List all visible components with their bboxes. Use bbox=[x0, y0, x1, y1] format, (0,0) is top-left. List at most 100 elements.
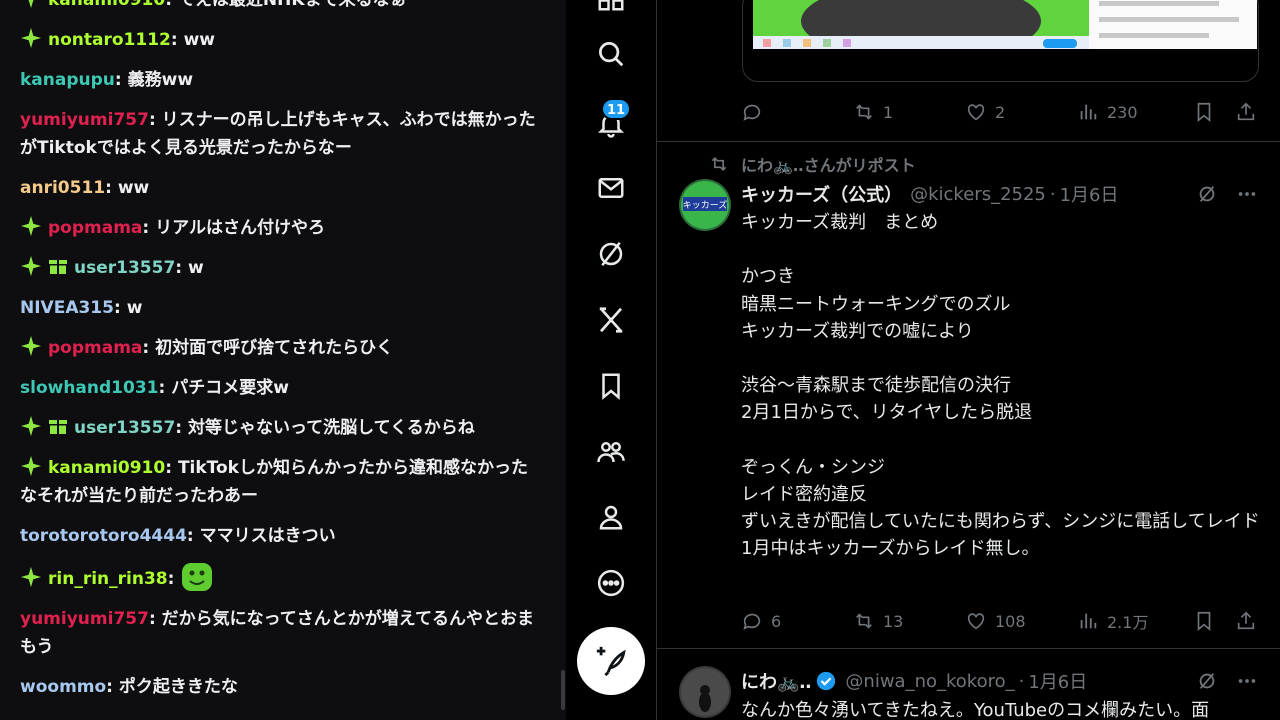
chat-username[interactable]: popmama bbox=[48, 218, 142, 238]
more-options-icon[interactable] bbox=[1236, 670, 1258, 692]
like-button[interactable]: 108 bbox=[965, 609, 1026, 633]
bookmark-button[interactable] bbox=[1193, 100, 1223, 124]
chat-message: yumiyumi757: だから気になってさんとかが増えてるんやとおまもう bbox=[20, 605, 540, 661]
views-button[interactable]: 230 bbox=[1077, 100, 1138, 124]
repost-context[interactable]: にわ🚲‥さんがリポスト bbox=[709, 152, 916, 176]
bookmark-button[interactable] bbox=[1193, 609, 1223, 633]
sparkle-badge-icon[interactable] bbox=[20, 0, 42, 9]
chat-colon: : bbox=[165, 0, 178, 10]
repost-button[interactable]: 1 bbox=[853, 100, 893, 124]
tweet-media-card[interactable] bbox=[742, 0, 1259, 82]
views-icon bbox=[1080, 613, 1097, 629]
views-count: 230 bbox=[1107, 102, 1138, 122]
chat-username[interactable]: yumiyumi757 bbox=[20, 110, 149, 130]
chat-username[interactable]: user13557 bbox=[74, 418, 175, 438]
bookmark-icon[interactable] bbox=[591, 366, 631, 406]
chat-username[interactable]: torotorotoro4444 bbox=[20, 526, 187, 546]
chat-username[interactable]: popmama bbox=[48, 338, 142, 358]
more-icon[interactable] bbox=[591, 563, 631, 603]
sparkle-badge-icon[interactable] bbox=[20, 335, 42, 357]
tweet-header-actions bbox=[1178, 183, 1258, 205]
display-name[interactable]: キッカーズ（公式） bbox=[741, 181, 902, 207]
share-button[interactable] bbox=[1235, 100, 1265, 124]
x-logo-icon[interactable] bbox=[591, 300, 631, 340]
bookmark-icon bbox=[1197, 611, 1211, 632]
chat-message: slowhand1031: パチコメ要求w bbox=[20, 374, 540, 402]
chat-message-list: kanami0910: てえは最近NHKまで来るなぁ nontaro1112: w… bbox=[20, 0, 540, 713]
repost-button[interactable]: 13 bbox=[853, 609, 903, 633]
more-options-icon[interactable] bbox=[1236, 183, 1258, 205]
handle[interactable]: @kickers_2525 bbox=[910, 184, 1046, 205]
sparkle-badge-icon[interactable] bbox=[20, 415, 42, 437]
sparkle-badge-icon[interactable] bbox=[20, 455, 42, 477]
chat-username[interactable]: anri0511 bbox=[20, 178, 105, 198]
chat-username[interactable]: slowhand1031 bbox=[20, 378, 159, 398]
chat-colon: : bbox=[105, 178, 118, 198]
tweet-header: にわ🚲‥ @niwa_no_kokoro_ · 1月6日 bbox=[741, 668, 1087, 694]
views-count: 2.1万 bbox=[1107, 613, 1149, 632]
home-icon[interactable] bbox=[591, 0, 631, 18]
display-name[interactable]: にわ🚲‥ bbox=[741, 668, 811, 694]
chat-username[interactable]: kanami0910 bbox=[48, 0, 165, 10]
sparkle-badge-icon[interactable] bbox=[20, 27, 42, 49]
chat-username[interactable]: nontaro1112 bbox=[48, 30, 171, 50]
chat-username[interactable]: NIVEA315 bbox=[20, 298, 114, 318]
mail-icon[interactable] bbox=[591, 168, 631, 208]
views-button[interactable]: 2.1万 bbox=[1077, 609, 1148, 633]
x-sidebar-nav: 11 bbox=[566, 0, 656, 720]
repost-count: 1 bbox=[883, 102, 894, 122]
profile-icon[interactable] bbox=[591, 497, 631, 537]
chat-pane: kanami0910: てえは最近NHKまで来るなぁ nontaro1112: w… bbox=[0, 0, 566, 720]
notification-badge[interactable]: 11 bbox=[601, 98, 631, 120]
timestamp[interactable]: 1月6日 bbox=[1060, 181, 1119, 207]
avatar[interactable] bbox=[679, 666, 731, 718]
verified-badge-icon bbox=[817, 671, 836, 691]
handle[interactable]: @niwa_no_kokoro_ bbox=[845, 671, 1014, 692]
svg-text:キッカーズ: キッカーズ bbox=[683, 199, 728, 211]
reply-button[interactable]: 6 bbox=[741, 609, 781, 633]
chat-text: ww bbox=[183, 30, 216, 50]
sparkle-badge-icon[interactable] bbox=[20, 255, 42, 277]
chat-colon: : bbox=[170, 30, 184, 50]
chat-scrollbar[interactable] bbox=[561, 670, 565, 710]
reply-icon bbox=[743, 613, 761, 630]
chat-text: 対等じゃないって洗脳してくるからね bbox=[188, 418, 475, 438]
like-button[interactable]: 2 bbox=[965, 100, 1005, 124]
chat-message: user13557: w bbox=[20, 254, 540, 282]
like-count: 2 bbox=[995, 102, 1006, 122]
chat-text: ww bbox=[117, 178, 150, 198]
grok-icon[interactable] bbox=[1196, 183, 1218, 205]
green-face-emote-icon[interactable] bbox=[180, 562, 214, 592]
gift-badge-icon[interactable] bbox=[48, 416, 68, 436]
search-icon[interactable] bbox=[591, 34, 631, 74]
chat-message: yumiyumi757: リスナーの吊し上げもキャス、ふわでは無かったがTikt… bbox=[20, 106, 540, 162]
chat-colon: : bbox=[167, 569, 181, 589]
communities-icon[interactable] bbox=[591, 432, 631, 472]
chat-username[interactable]: yumiyumi757 bbox=[20, 609, 149, 629]
timeline: 1 2 230 にわ🚲‥さんがリポスト キッカーズ キッカーズ（公式） @kic… bbox=[656, 0, 1280, 720]
chat-colon: : bbox=[175, 258, 188, 278]
tweet1-actions: 1 2 230 bbox=[741, 100, 1261, 124]
timestamp[interactable]: 1月6日 bbox=[1028, 668, 1087, 694]
chat-username[interactable]: kanapupu bbox=[20, 70, 115, 90]
gift-badge-icon[interactable] bbox=[48, 256, 68, 276]
chat-text: ママリスはきつい bbox=[199, 526, 336, 546]
chat-colon: : bbox=[186, 526, 200, 546]
chat-username[interactable]: kanami0910 bbox=[48, 458, 165, 478]
chat-username[interactable]: user13557 bbox=[74, 258, 175, 278]
sparkle-badge-icon[interactable] bbox=[20, 566, 42, 588]
avatar[interactable]: キッカーズ bbox=[679, 179, 731, 231]
repost-icon bbox=[711, 156, 727, 172]
sparkle-badge-icon[interactable] bbox=[20, 215, 42, 237]
chat-username[interactable]: woommo bbox=[20, 677, 106, 697]
grok-icon[interactable] bbox=[1196, 670, 1218, 692]
chat-username[interactable]: rin_rin_rin38 bbox=[48, 569, 168, 589]
share-icon bbox=[1237, 102, 1255, 121]
divider bbox=[657, 141, 1280, 142]
reply-button[interactable] bbox=[741, 100, 771, 124]
chat-text: パチコメ要求w bbox=[171, 378, 289, 398]
share-button[interactable] bbox=[1235, 609, 1265, 633]
grok-icon[interactable] bbox=[591, 234, 631, 274]
tweet-header: キッカーズ（公式） @kickers_2525 · 1月6日 bbox=[741, 181, 1119, 207]
compose-post-button[interactable] bbox=[577, 627, 645, 695]
